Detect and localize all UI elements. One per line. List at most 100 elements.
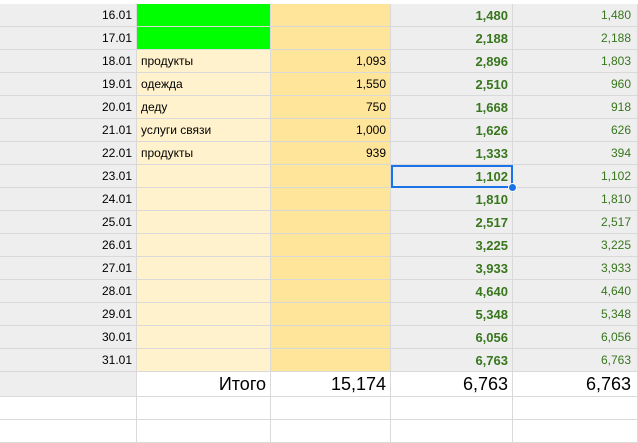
balance-cell[interactable]: 3,933 (391, 257, 513, 280)
date-cell[interactable]: 16.01 (0, 4, 137, 27)
empty-cell[interactable] (391, 420, 513, 443)
date-cell[interactable]: 31.01 (0, 349, 137, 372)
aux-cell[interactable]: 2,188 (513, 27, 638, 50)
totals-balance-cell[interactable]: 6,763 (391, 372, 513, 397)
description-cell[interactable] (137, 165, 271, 188)
amount-cell[interactable] (271, 349, 391, 372)
date-cell[interactable]: 21.01 (0, 119, 137, 142)
empty-cell[interactable] (391, 397, 513, 420)
description-cell[interactable]: продукты (137, 142, 271, 165)
date-cell[interactable]: 27.01 (0, 257, 137, 280)
amount-cell[interactable] (271, 303, 391, 326)
date-cell[interactable]: 28.01 (0, 280, 137, 303)
empty-cell[interactable] (0, 420, 137, 443)
aux-cell[interactable]: 6,763 (513, 349, 638, 372)
date-cell[interactable]: 25.01 (0, 211, 137, 234)
balance-cell[interactable]: 1,102 (391, 165, 513, 188)
aux-cell[interactable]: 2,517 (513, 211, 638, 234)
amount-cell[interactable]: 1,093 (271, 50, 391, 73)
balance-cell[interactable]: 3,225 (391, 234, 513, 257)
fill-handle[interactable] (508, 183, 517, 192)
description-cell[interactable]: деду (137, 96, 271, 119)
balance-cell[interactable]: 1,668 (391, 96, 513, 119)
balance-cell[interactable]: 1,333 (391, 142, 513, 165)
totals-empty-cell[interactable] (0, 372, 137, 397)
amount-cell[interactable] (271, 4, 391, 27)
date-cell[interactable]: 19.01 (0, 73, 137, 96)
date-cell[interactable]: 20.01 (0, 96, 137, 119)
date-cell[interactable]: 17.01 (0, 27, 137, 50)
balance-cell[interactable]: 6,763 (391, 349, 513, 372)
aux-cell[interactable]: 1,480 (513, 4, 638, 27)
totals-label[interactable]: Итого (137, 372, 271, 397)
description-cell[interactable] (137, 234, 271, 257)
balance-cell[interactable]: 2,188 (391, 27, 513, 50)
date-cell[interactable]: 26.01 (0, 234, 137, 257)
amount-cell[interactable]: 750 (271, 96, 391, 119)
amount-cell[interactable] (271, 234, 391, 257)
description-cell[interactable] (137, 211, 271, 234)
aux-cell[interactable]: 1,803 (513, 50, 638, 73)
balance-cell[interactable]: 6,056 (391, 326, 513, 349)
balance-cell[interactable]: 1,810 (391, 188, 513, 211)
empty-cell[interactable] (513, 420, 638, 443)
description-cell[interactable]: услуги связи (137, 119, 271, 142)
aux-cell[interactable]: 394 (513, 142, 638, 165)
balance-cell[interactable]: 1,480 (391, 4, 513, 27)
empty-cell[interactable] (271, 420, 391, 443)
table-row: 19.01 одежда 1,550 2,510 960 (0, 73, 638, 96)
description-cell[interactable]: одежда (137, 73, 271, 96)
amount-cell[interactable] (271, 280, 391, 303)
date-cell[interactable]: 22.01 (0, 142, 137, 165)
aux-cell[interactable]: 960 (513, 73, 638, 96)
date-cell[interactable]: 24.01 (0, 188, 137, 211)
empty-row (0, 397, 638, 420)
balance-cell[interactable]: 2,510 (391, 73, 513, 96)
balance-cell[interactable]: 4,640 (391, 280, 513, 303)
aux-cell[interactable]: 3,933 (513, 257, 638, 280)
totals-aux-cell[interactable]: 6,763 (513, 372, 638, 397)
amount-cell[interactable] (271, 257, 391, 280)
description-cell[interactable] (137, 349, 271, 372)
description-cell[interactable]: продукты (137, 50, 271, 73)
description-cell[interactable] (137, 257, 271, 280)
description-cell[interactable] (137, 303, 271, 326)
amount-cell[interactable] (271, 27, 391, 50)
balance-cell[interactable]: 2,896 (391, 50, 513, 73)
aux-cell[interactable]: 3,225 (513, 234, 638, 257)
amount-cell[interactable] (271, 326, 391, 349)
empty-cell[interactable] (137, 420, 271, 443)
description-cell[interactable] (137, 326, 271, 349)
description-cell[interactable] (137, 4, 271, 27)
amount-cell[interactable] (271, 211, 391, 234)
date-cell[interactable]: 29.01 (0, 303, 137, 326)
empty-cell[interactable] (271, 397, 391, 420)
date-cell[interactable]: 18.01 (0, 50, 137, 73)
balance-cell[interactable]: 1,626 (391, 119, 513, 142)
empty-cell[interactable] (0, 397, 137, 420)
balance-cell[interactable]: 2,517 (391, 211, 513, 234)
amount-cell[interactable] (271, 165, 391, 188)
amount-cell[interactable]: 1,000 (271, 119, 391, 142)
aux-cell[interactable]: 626 (513, 119, 638, 142)
aux-cell[interactable]: 1,810 (513, 188, 638, 211)
aux-cell[interactable]: 5,348 (513, 303, 638, 326)
amount-cell[interactable]: 939 (271, 142, 391, 165)
description-cell[interactable] (137, 188, 271, 211)
amount-cell[interactable]: 1,550 (271, 73, 391, 96)
date-cell[interactable]: 30.01 (0, 326, 137, 349)
date-cell[interactable]: 23.01 (0, 165, 137, 188)
description-cell[interactable] (137, 27, 271, 50)
table-row: 29.01 5,348 5,348 (0, 303, 638, 326)
amount-cell[interactable] (271, 188, 391, 211)
totals-amount-cell[interactable]: 15,174 (271, 372, 391, 397)
description-cell[interactable] (137, 280, 271, 303)
table-row: 30.01 6,056 6,056 (0, 326, 638, 349)
aux-cell[interactable]: 6,056 (513, 326, 638, 349)
empty-cell[interactable] (513, 397, 638, 420)
balance-cell[interactable]: 5,348 (391, 303, 513, 326)
aux-cell[interactable]: 918 (513, 96, 638, 119)
aux-cell[interactable]: 1,102 (513, 165, 638, 188)
empty-cell[interactable] (137, 397, 271, 420)
aux-cell[interactable]: 4,640 (513, 280, 638, 303)
